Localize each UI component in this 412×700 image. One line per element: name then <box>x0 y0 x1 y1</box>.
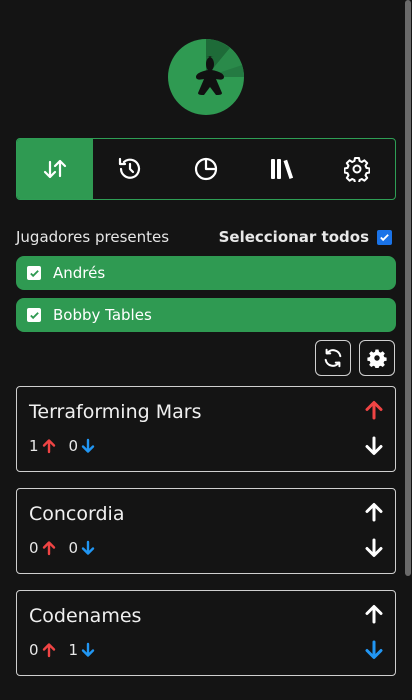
vote-counts: 1 0 <box>29 437 96 455</box>
down-count: 0 <box>68 437 79 455</box>
arrow-down-icon <box>81 438 95 453</box>
vote-counts: 0 0 <box>29 539 96 557</box>
options-button[interactable] <box>359 340 395 376</box>
history-icon <box>119 157 141 179</box>
players-present-label: Jugadores presentes <box>16 228 170 246</box>
tab-settings[interactable] <box>319 139 395 199</box>
player-name: Andrés <box>53 264 106 282</box>
arrow-down-icon <box>81 540 95 555</box>
scrollbar[interactable] <box>405 0 411 576</box>
downvote-button[interactable] <box>363 639 385 661</box>
up-count: 0 <box>29 539 39 557</box>
downvote-button[interactable] <box>363 435 385 457</box>
player-checkbox[interactable] <box>27 266 41 280</box>
tab-stats[interactable] <box>168 139 244 199</box>
game-name: Codenames <box>29 605 142 627</box>
game-name: Concordia <box>29 503 125 525</box>
tab-history[interactable] <box>93 139 169 199</box>
tab-library[interactable] <box>244 139 320 199</box>
downvote-button[interactable] <box>363 537 385 559</box>
library-icon <box>270 159 293 179</box>
gear-icon <box>344 157 371 182</box>
tab-sort[interactable] <box>17 139 93 199</box>
player-item-bobby-tables[interactable]: Bobby Tables <box>16 298 396 332</box>
player-checkbox[interactable] <box>27 308 41 322</box>
vote-counts: 0 1 <box>29 641 96 659</box>
sort-arrows-icon <box>43 159 66 179</box>
arrow-up-icon <box>42 541 55 556</box>
up-count: 0 <box>29 641 39 659</box>
check-icon <box>29 311 39 319</box>
select-all-checkbox[interactable] <box>377 229 392 245</box>
gear-icon <box>367 349 387 368</box>
check-icon <box>380 233 389 241</box>
check-icon <box>29 269 39 277</box>
game-card-concordia: Concordia 0 0 <box>16 488 396 574</box>
player-name: Bobby Tables <box>53 306 152 324</box>
upvote-button[interactable] <box>363 501 385 523</box>
refresh-icon <box>324 348 342 368</box>
upvote-button[interactable] <box>363 603 385 625</box>
down-count: 0 <box>68 539 79 557</box>
game-card-terraforming-mars: Terraforming Mars 1 0 <box>16 386 396 472</box>
game-card-codenames: Codenames 0 1 <box>16 590 396 676</box>
meeple-logo-icon <box>168 39 244 115</box>
arrow-down-icon <box>81 642 95 657</box>
player-item-andres[interactable]: Andrés <box>16 256 396 290</box>
down-count: 1 <box>68 641 79 659</box>
arrow-up-icon <box>42 439 55 454</box>
select-all-label: Seleccionar todos <box>218 228 369 246</box>
select-all-control[interactable]: Seleccionar todos <box>219 228 392 246</box>
up-count: 1 <box>29 437 39 455</box>
upvote-button[interactable] <box>363 399 385 421</box>
refresh-button[interactable] <box>315 340 351 376</box>
arrow-up-icon <box>42 643 55 658</box>
game-name: Terraforming Mars <box>29 401 202 423</box>
main-tabs <box>16 138 396 200</box>
pie-chart-icon <box>194 157 218 181</box>
